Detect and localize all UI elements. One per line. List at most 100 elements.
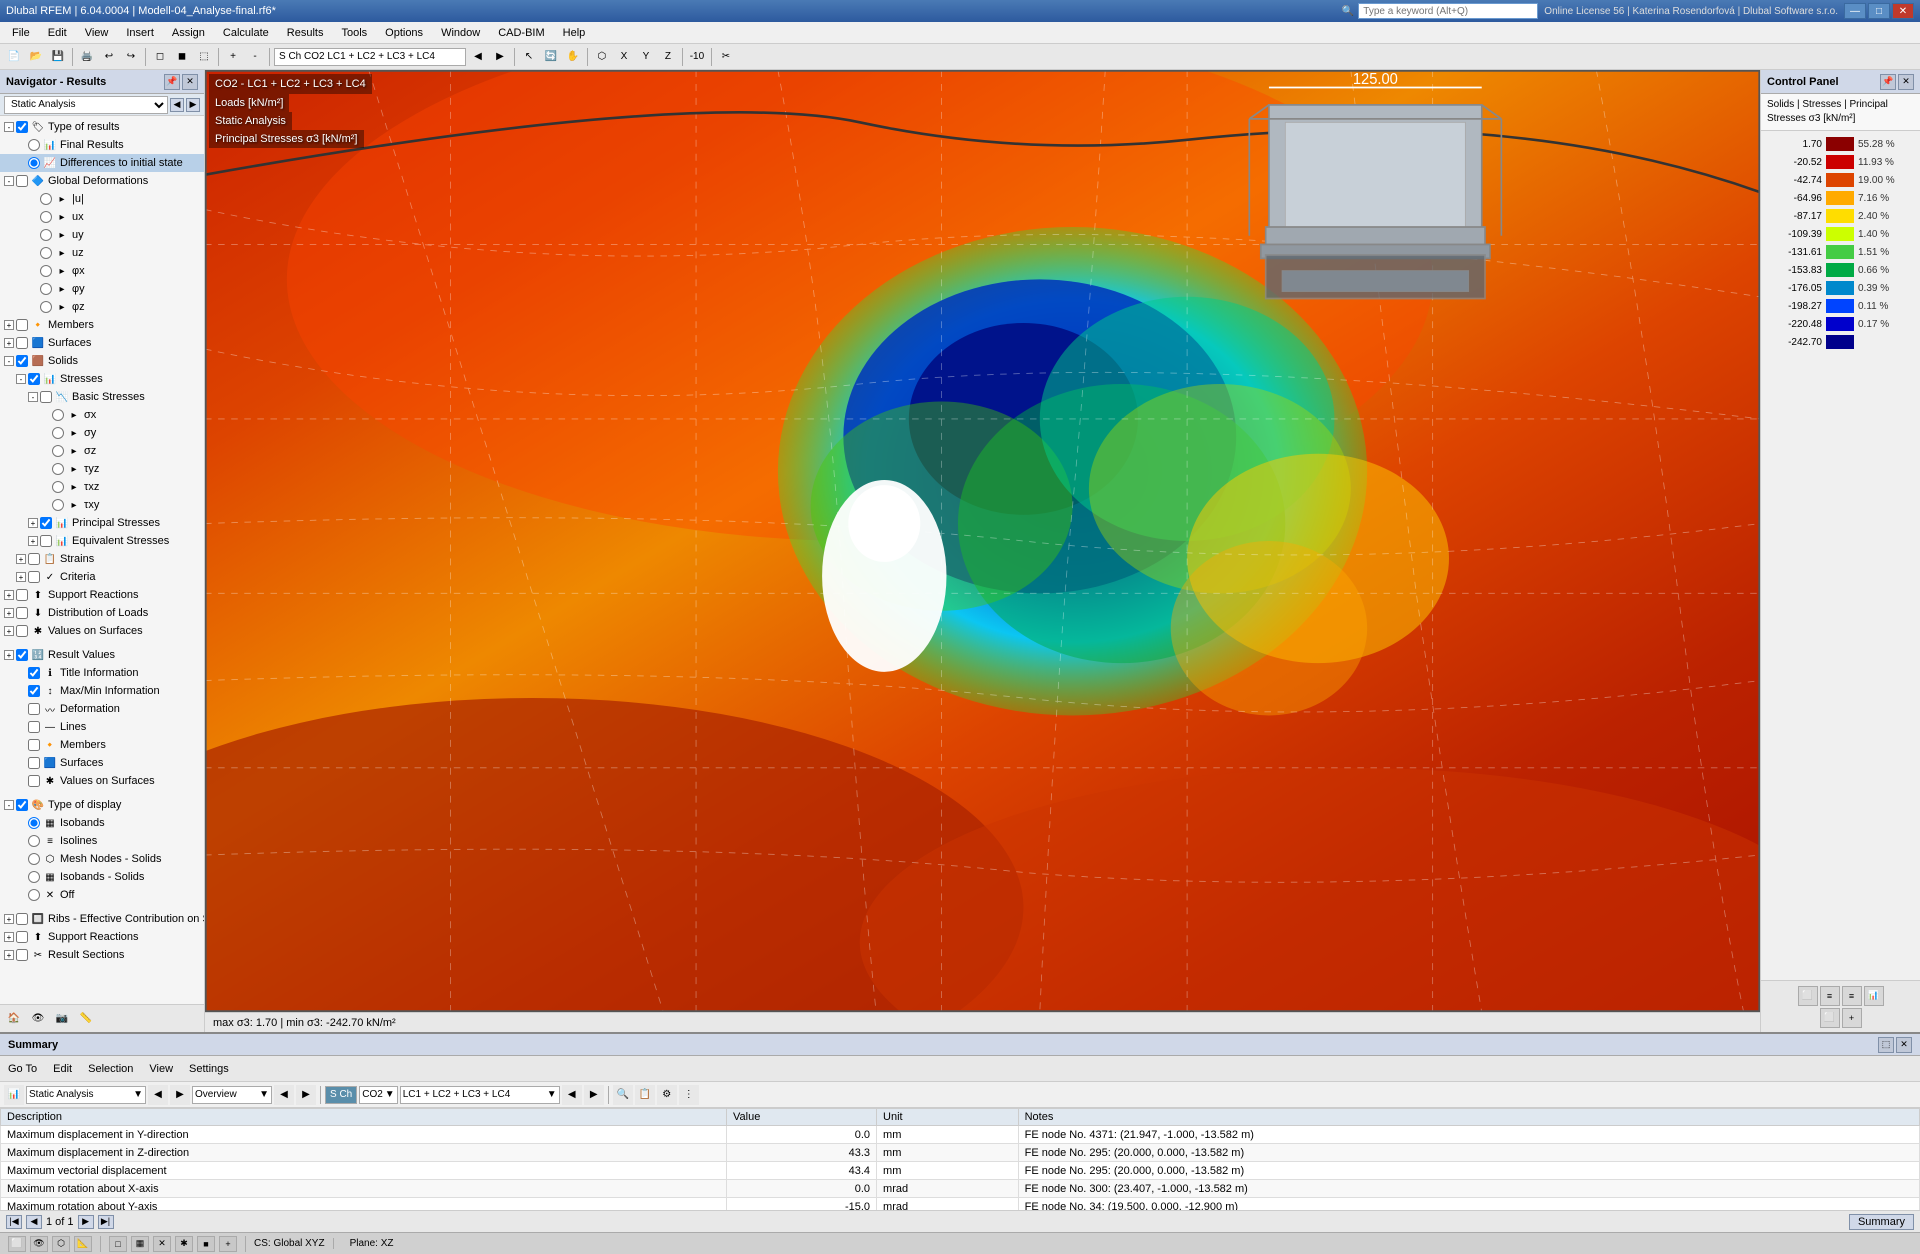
analysis-type-select[interactable]: Static Analysis	[4, 96, 168, 114]
tb-save[interactable]: 💾	[48, 47, 68, 67]
tree-deform-phiz[interactable]: ▸ φz	[0, 298, 204, 316]
tree-lines-nav[interactable]: — Lines	[0, 718, 204, 736]
tree-type-display[interactable]: - 🎨 Type of display	[0, 796, 204, 814]
result-values-check[interactable]	[16, 649, 28, 661]
tb-view-x[interactable]: X	[614, 47, 634, 67]
max-min-check[interactable]	[28, 685, 40, 697]
keyword-search-input[interactable]	[1358, 3, 1538, 19]
isobands-radio[interactable]	[28, 817, 40, 829]
summary-next-btn[interactable]: ▶	[170, 1085, 190, 1105]
phix-radio[interactable]	[40, 265, 52, 277]
tree-principal-stresses[interactable]: + 📊 Principal Stresses	[0, 514, 204, 532]
support-reactions-bottom-check[interactable]	[16, 931, 28, 943]
tree-deform-uy[interactable]: ▸ uy	[0, 226, 204, 244]
tree-sigma-z[interactable]: ▸ σz	[0, 442, 204, 460]
tree-tau-yz[interactable]: ▸ τyz	[0, 460, 204, 478]
menu-calculate[interactable]: Calculate	[215, 25, 277, 41]
menu-file[interactable]: File	[4, 25, 38, 41]
sigma-z-radio[interactable]	[52, 445, 64, 457]
status-view-btn2[interactable]: ▦	[131, 1236, 149, 1252]
tb-select[interactable]: ↖	[519, 47, 539, 67]
tree-result-sections[interactable]: + ✂ Result Sections	[0, 946, 204, 964]
summary-ov-next[interactable]: ▶	[296, 1085, 316, 1105]
tb-print[interactable]: 🖨️	[77, 47, 97, 67]
criteria-check[interactable]	[28, 571, 40, 583]
menu-results[interactable]: Results	[279, 25, 332, 41]
rp-btn1[interactable]: ⬜	[1798, 986, 1818, 1006]
values-surfaces-nav-check[interactable]	[28, 775, 40, 787]
deformation-nav-check[interactable]	[28, 703, 40, 715]
menu-cad-bim[interactable]: CAD-BIM	[490, 25, 552, 41]
status-btn2[interactable]: 👁	[30, 1236, 48, 1252]
tree-deform-phix[interactable]: ▸ φx	[0, 262, 204, 280]
menu-view[interactable]: View	[77, 25, 117, 41]
lc-next-btn[interactable]: ▶	[584, 1085, 604, 1105]
analysis-prev-btn[interactable]: ◀	[170, 98, 184, 112]
nav-close-btn[interactable]: ✕	[182, 74, 198, 90]
lc-prev-btn[interactable]: ◀	[562, 1085, 582, 1105]
maximize-button[interactable]: □	[1868, 3, 1890, 19]
status-btn3[interactable]: ⬡	[52, 1236, 70, 1252]
strains-check[interactable]	[28, 553, 40, 565]
lines-check[interactable]	[28, 721, 40, 733]
footer-first-btn[interactable]: |◀	[6, 1215, 22, 1229]
surfaces-check[interactable]	[16, 337, 28, 349]
tree-deform-phiy[interactable]: ▸ φy	[0, 280, 204, 298]
result-sections-check[interactable]	[16, 949, 28, 961]
status-view-btn6[interactable]: +	[219, 1236, 237, 1252]
table-row[interactable]: Maximum displacement in Y-direction 0.0 …	[1, 1126, 1920, 1144]
tb-filter[interactable]: 🔍	[613, 1085, 633, 1105]
tree-deform-u[interactable]: ▸ |u|	[0, 190, 204, 208]
tau-xz-radio[interactable]	[52, 481, 64, 493]
footer-prev-btn[interactable]: ◀	[26, 1215, 42, 1229]
tb-new[interactable]: 📄	[4, 47, 24, 67]
uy-radio[interactable]	[40, 229, 52, 241]
members-nav-check[interactable]	[28, 739, 40, 751]
menu-assign[interactable]: Assign	[164, 25, 213, 41]
tree-deformation-nav[interactable]: 〰 Deformation	[0, 700, 204, 718]
menu-options[interactable]: Options	[377, 25, 431, 41]
tree-off[interactable]: ✕ Off	[0, 886, 204, 904]
tb-num[interactable]: -10	[687, 47, 707, 67]
footer-last-btn[interactable]: ▶|	[98, 1215, 114, 1229]
status-view-btn5[interactable]: ■	[197, 1236, 215, 1252]
summary-settings[interactable]: Settings	[185, 1061, 233, 1077]
equiv-stresses-check[interactable]	[40, 535, 52, 547]
sigma-y-radio[interactable]	[52, 427, 64, 439]
summary-table-area[interactable]: Description Value Unit Notes Maximum dis…	[0, 1108, 1920, 1210]
tree-isobands-solids[interactable]: ▦ Isobands - Solids	[0, 868, 204, 886]
tree-final-results[interactable]: 📊 Final Results	[0, 136, 204, 154]
tb-export[interactable]: 📋	[635, 1085, 655, 1105]
tb-view-y[interactable]: Y	[636, 47, 656, 67]
tb-zoom-in[interactable]: +	[223, 47, 243, 67]
members-check[interactable]	[16, 319, 28, 331]
tb-rotate[interactable]: 🔄	[541, 47, 561, 67]
summary-tab[interactable]: Summary	[1849, 1214, 1914, 1230]
tree-sigma-x[interactable]: ▸ σx	[0, 406, 204, 424]
analysis-next-btn[interactable]: ▶	[186, 98, 200, 112]
tb-view2[interactable]: ◼	[172, 47, 192, 67]
tree-surfaces[interactable]: + 🟦 Surfaces	[0, 334, 204, 352]
tree-max-min-info[interactable]: ↕ Max/Min Information	[0, 682, 204, 700]
cp-close-btn[interactable]: ✕	[1898, 74, 1914, 90]
summary-icon1[interactable]: 📊	[4, 1085, 24, 1105]
status-view-btn3[interactable]: ✕	[153, 1236, 171, 1252]
mesh-nodes-radio[interactable]	[28, 853, 40, 865]
tree-values-surfaces[interactable]: + ✱ Values on Surfaces	[0, 622, 204, 640]
summary-view[interactable]: View	[145, 1061, 177, 1077]
tau-xy-radio[interactable]	[52, 499, 64, 511]
summary-selection[interactable]: Selection	[84, 1061, 137, 1077]
tb-zoom-out[interactable]: -	[245, 47, 265, 67]
summary-edit[interactable]: Edit	[49, 1061, 76, 1077]
menu-help[interactable]: Help	[555, 25, 594, 41]
solids-check[interactable]	[16, 355, 28, 367]
tree-support-reactions[interactable]: + ⬆ Support Reactions	[0, 586, 204, 604]
tree-ribs[interactable]: + 🔲 Ribs - Effective Contribution on Sur…	[0, 910, 204, 928]
distribution-check[interactable]	[16, 607, 28, 619]
tb-view-z[interactable]: Z	[658, 47, 678, 67]
load-case-combo[interactable]: LC1 + LC2 + LC3 + LC4▼	[400, 1086, 560, 1104]
cp-pin-btn[interactable]: 📌	[1880, 74, 1896, 90]
tb-undo[interactable]: ↩	[99, 47, 119, 67]
type-results-check[interactable]	[16, 121, 28, 133]
tree-criteria[interactable]: + ✓ Criteria	[0, 568, 204, 586]
